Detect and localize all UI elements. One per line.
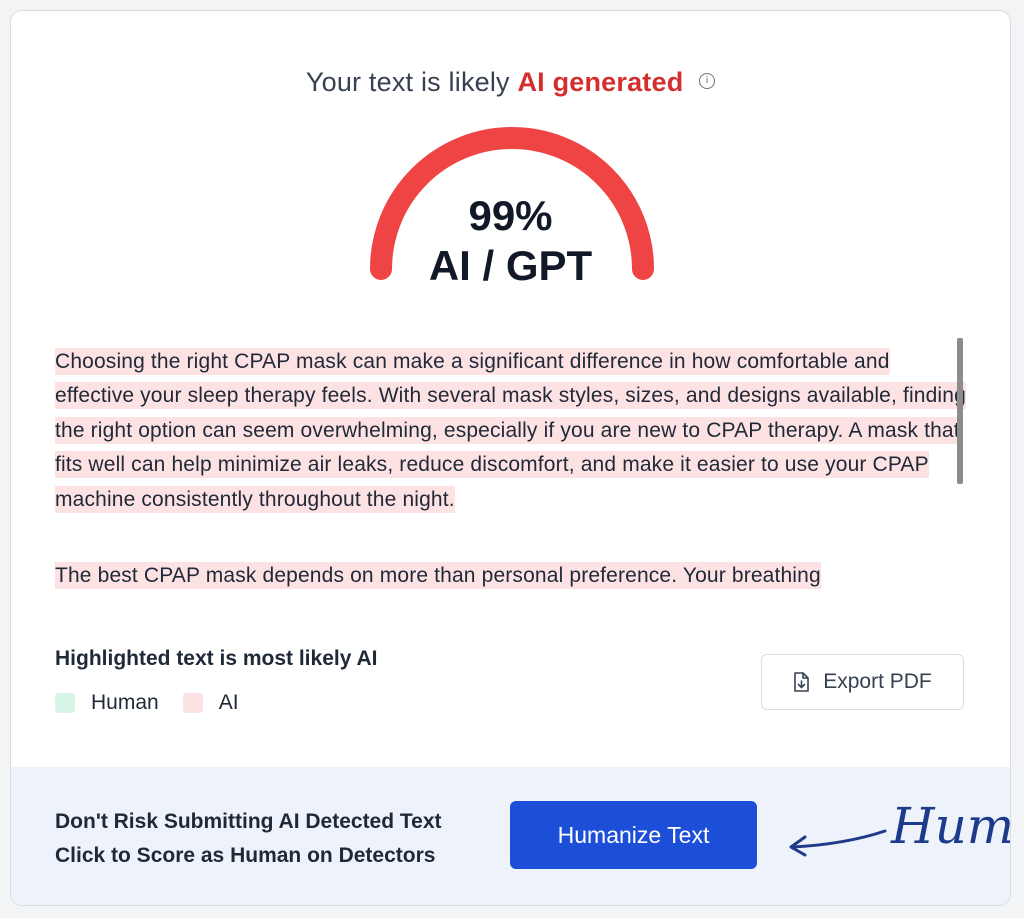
ai-detection-result-card: Your text is likely AI generated i 99% A… [10,10,1011,906]
arrow-left-icon [789,829,887,857]
export-pdf-button[interactable]: Export PDF [761,654,964,710]
headline-prefix: Your text is likely [305,67,510,97]
result-headline: Your text is likely AI generated i [11,67,1010,98]
handwritten-annotation: Human [781,797,1011,877]
info-icon[interactable]: i [699,72,716,89]
humanize-text-button[interactable]: Humanize Text [510,801,757,869]
file-download-icon [794,672,810,692]
human-swatch [55,693,75,713]
annotation-text: Human [891,797,1011,855]
footer-message: Don't Risk Submitting AI Detected Text C… [55,805,442,873]
gauge-type: AI / GPT [428,242,593,289]
export-pdf-label: Export PDF [823,670,932,693]
ai-highlighted-text: The best CPAP mask depends on more than … [55,562,821,590]
text-paragraph: The best CPAP mask depends on more than … [55,559,968,593]
headline-verdict: AI generated [517,67,684,97]
legend-ai-label: AI [218,691,239,714]
legend-title: Highlighted text is most likely AI [55,647,378,670]
analyzed-text-panel[interactable]: Choosing the right CPAP mask can make a … [55,345,968,603]
legend-human-label: Human [91,691,159,714]
text-paragraph: Choosing the right CPAP mask can make a … [55,345,968,517]
ai-highlighted-text: Choosing the right CPAP mask can make a … [55,348,966,513]
legend: Human AI [55,691,239,715]
footer-line-2: Click to Score as Human on Detectors [55,844,436,867]
humanize-footer: Don't Risk Submitting AI Detected Text C… [11,767,1010,905]
gauge-label: 99% AI / GPT [11,191,1010,291]
ai-swatch [182,693,203,713]
footer-line-1: Don't Risk Submitting AI Detected Text [55,810,442,833]
gauge-percent: 99% [468,192,553,239]
text-panel-scrollbar[interactable] [957,338,963,484]
